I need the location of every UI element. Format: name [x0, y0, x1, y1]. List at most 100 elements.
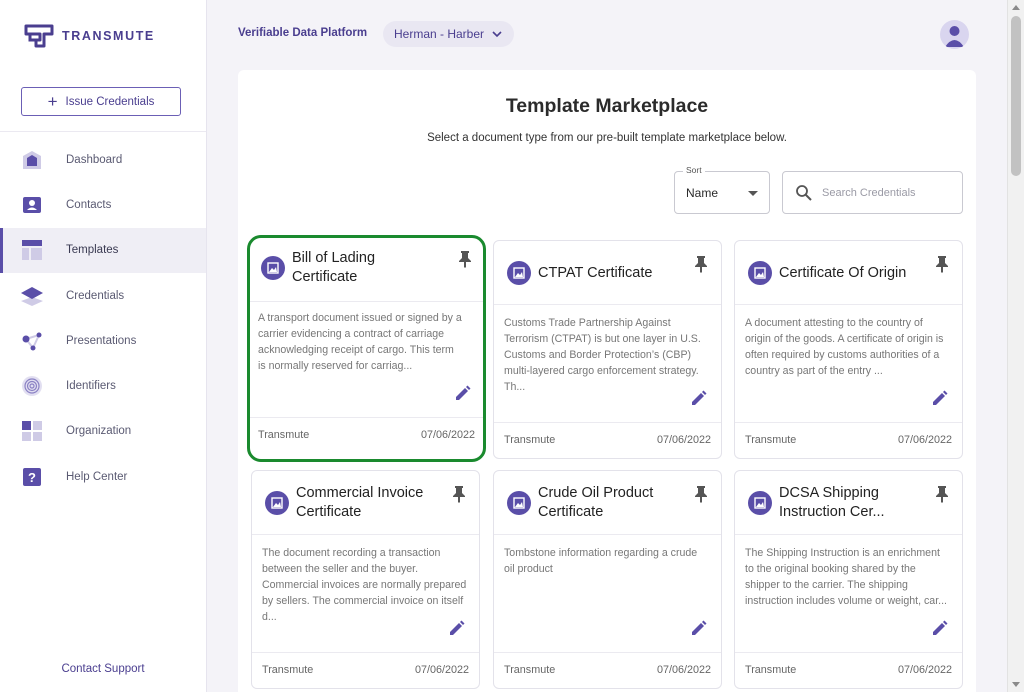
card-footer: Transmute 07/06/2022 — [494, 652, 721, 689]
template-card-dcsa-shipping-instruction[interactable]: DCSA Shipping Instruction Cer... The Shi… — [734, 470, 963, 689]
plus-icon: + — [47, 92, 58, 111]
sidebar-nav: Dashboard Contacts Templates Credentials… — [0, 137, 206, 499]
page-scrollbar[interactable] — [1007, 0, 1024, 692]
sidebar-item-label: Credentials — [66, 289, 125, 302]
contact-support-link[interactable]: Contact Support — [0, 663, 206, 675]
card-author: Transmute — [258, 429, 310, 441]
edit-icon[interactable] — [931, 389, 949, 412]
edit-icon[interactable] — [454, 384, 472, 407]
card-author: Transmute — [504, 434, 556, 446]
network-icon — [20, 329, 44, 353]
edit-icon[interactable] — [448, 619, 466, 642]
issue-credentials-label: Issue Credentials — [65, 95, 155, 108]
pin-icon[interactable] — [458, 250, 472, 273]
sidebar-item-templates[interactable]: Templates — [0, 227, 206, 274]
card-header: CTPAT Certificate — [494, 241, 721, 305]
card-author: Transmute — [262, 664, 314, 676]
image-icon — [507, 491, 531, 515]
edit-icon[interactable] — [690, 619, 708, 642]
card-footer: Transmute 07/06/2022 — [250, 417, 483, 454]
sidebar-item-label: Identifiers — [66, 380, 116, 393]
page-title: Template Marketplace — [505, 95, 709, 117]
contact-card-icon — [20, 193, 44, 217]
svg-text:?: ? — [28, 470, 36, 485]
pin-icon[interactable] — [935, 255, 949, 278]
scroll-up-arrow-icon[interactable] — [1012, 5, 1020, 10]
sidebar-item-help-center[interactable]: ? Help Center — [0, 454, 206, 499]
sidebar-divider — [0, 131, 206, 132]
pin-icon[interactable] — [694, 485, 708, 508]
pin-icon[interactable] — [452, 485, 466, 508]
card-description: The document recording a transaction bet… — [262, 547, 467, 623]
caret-down-icon — [748, 191, 758, 196]
pin-icon[interactable] — [935, 485, 949, 508]
sort-label: Sort — [683, 165, 705, 175]
edit-icon[interactable] — [690, 389, 708, 412]
card-date: 07/06/2022 — [420, 429, 475, 441]
sort-value: Name — [686, 186, 719, 200]
sidebar-item-label: Presentations — [66, 334, 137, 347]
pin-icon[interactable] — [694, 255, 708, 278]
card-footer: Transmute 07/06/2022 — [494, 422, 721, 459]
organization-blocks-icon — [20, 419, 44, 443]
chevron-down-icon — [492, 27, 502, 41]
card-header: Crude Oil Product Certificate — [494, 471, 721, 535]
card-description: Customs Trade Partnership Against Terror… — [504, 317, 701, 393]
home-icon — [20, 148, 44, 172]
image-icon — [748, 261, 772, 285]
avatar[interactable] — [940, 20, 969, 49]
search-icon — [796, 184, 812, 201]
card-title: DCSA Shipping Instruction Cer... — [779, 485, 885, 520]
sidebar-item-dashboard[interactable]: Dashboard — [0, 137, 206, 182]
sidebar-item-identifiers[interactable]: Identifiers — [0, 363, 206, 408]
template-card-ctpat[interactable]: CTPAT Certificate Customs Trade Partners… — [493, 240, 722, 459]
sidebar-item-label: Contacts — [66, 198, 112, 211]
card-header: Certificate Of Origin — [735, 241, 962, 305]
image-icon — [261, 256, 285, 280]
card-description: Tombstone information regarding a crude … — [504, 547, 698, 575]
user-icon — [945, 26, 964, 47]
card-title: Certificate Of Origin — [779, 264, 907, 281]
card-title: CTPAT Certificate — [538, 264, 653, 281]
edit-icon[interactable] — [931, 619, 949, 642]
sort-select[interactable]: Sort Name — [674, 165, 770, 214]
organization-select[interactable]: Herman - Harber — [383, 21, 514, 47]
card-description: A document attesting to the country of o… — [745, 317, 944, 377]
template-card-crude-oil-product[interactable]: Crude Oil Product Certificate Tombstone … — [493, 470, 722, 689]
template-card-certificate-of-origin[interactable]: Certificate Of Origin A document attesti… — [734, 240, 963, 459]
layers-icon — [20, 284, 44, 308]
sidebar: TRANSMUTE + Issue Credentials Dashboard … — [0, 0, 207, 692]
card-header: Commercial Invoice Certificate — [252, 471, 479, 535]
card-date: 07/06/2022 — [897, 434, 952, 446]
card-author: Transmute — [504, 664, 556, 676]
scroll-down-arrow-icon[interactable] — [1012, 682, 1020, 687]
help-icon: ? — [20, 465, 44, 489]
search-input[interactable] — [822, 186, 952, 199]
sidebar-item-presentations[interactable]: Presentations — [0, 318, 206, 363]
sidebar-item-organization[interactable]: Organization — [0, 409, 206, 454]
sidebar-item-contacts[interactable]: Contacts — [0, 182, 206, 227]
card-footer: Transmute 07/06/2022 — [252, 652, 479, 689]
card-footer: Transmute 07/06/2022 — [735, 422, 962, 459]
card-date: 07/06/2022 — [897, 664, 952, 676]
card-date: 07/06/2022 — [414, 664, 469, 676]
card-description: The Shipping Instruction is an enrichmen… — [745, 547, 947, 607]
image-icon — [265, 491, 289, 515]
card-title: Commercial Invoice Certificate — [296, 485, 424, 520]
platform-title: Verifiable Data Platform — [238, 27, 368, 39]
card-footer: Transmute 07/06/2022 — [735, 652, 962, 689]
scrollbar-thumb[interactable] — [1011, 16, 1021, 176]
brand-logo[interactable]: TRANSMUTE — [24, 24, 155, 48]
template-card-bill-of-lading[interactable]: Bill of Lading Certificate A transport d… — [247, 235, 486, 462]
sidebar-item-label: Help Center — [66, 470, 128, 483]
search-field[interactable] — [782, 171, 963, 214]
card-author: Transmute — [745, 434, 797, 446]
brand-name: TRANSMUTE — [62, 29, 155, 43]
image-icon — [507, 261, 531, 285]
card-date: 07/06/2022 — [656, 434, 711, 446]
issue-credentials-button[interactable]: + Issue Credentials — [21, 87, 181, 116]
page-subtitle: Select a document type from our pre-buil… — [427, 132, 787, 144]
sidebar-item-label: Templates — [66, 244, 119, 257]
sidebar-item-credentials[interactable]: Credentials — [0, 273, 206, 318]
template-card-commercial-invoice[interactable]: Commercial Invoice Certificate The docum… — [251, 470, 480, 689]
